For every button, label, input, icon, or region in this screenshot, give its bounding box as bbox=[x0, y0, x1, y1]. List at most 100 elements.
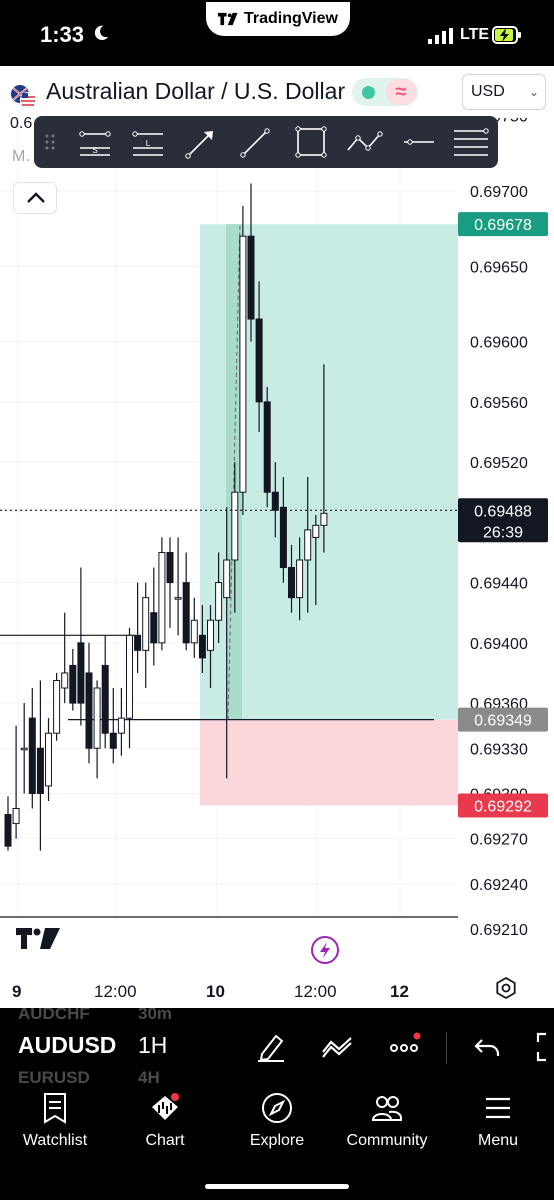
candle-bearish bbox=[28, 717, 36, 794]
audusd-flag-icon bbox=[11, 85, 37, 109]
ghost-symbol-above: AUDCHF bbox=[18, 1008, 90, 1023]
price-tick-label: 0.69210 bbox=[470, 922, 528, 939]
candle-bearish bbox=[198, 634, 206, 659]
time-label-10: 10 bbox=[206, 982, 225, 1001]
more-options-icon[interactable] bbox=[388, 1030, 422, 1064]
price-tick-label: 0.69700 bbox=[470, 184, 528, 201]
market-open-dot-icon bbox=[362, 86, 375, 99]
candle-bearish bbox=[101, 664, 109, 734]
watchlist-icon bbox=[44, 1093, 66, 1124]
time-label-12: 12 bbox=[390, 982, 409, 1001]
drawing-pen-icon[interactable] bbox=[254, 1030, 288, 1064]
candle-bearish bbox=[109, 732, 117, 749]
candle-bearish bbox=[150, 612, 158, 644]
candle-bullish bbox=[296, 559, 304, 599]
drawing-toolbar: S L bbox=[34, 116, 498, 168]
nav-label-menu: Menu bbox=[477, 1132, 519, 1149]
candle-bearish bbox=[4, 814, 12, 847]
nav-label-watchlist: Watchlist bbox=[22, 1132, 88, 1149]
replay-lightning-icon[interactable] bbox=[311, 936, 339, 964]
candle-bearish bbox=[77, 642, 85, 704]
candle-bearish bbox=[247, 235, 255, 320]
chevron-down-icon: ⌄ bbox=[528, 85, 539, 99]
currency-select[interactable]: USD ⌄ bbox=[462, 74, 546, 110]
fullscreen-icon[interactable] bbox=[532, 1030, 554, 1064]
candle-bullish bbox=[239, 235, 247, 493]
stop-loss-zone bbox=[200, 719, 458, 806]
tradingview-logo-icon bbox=[218, 12, 238, 26]
nav-explore[interactable]: Explore bbox=[222, 1088, 332, 1158]
compass-icon bbox=[262, 1093, 292, 1123]
status-time: 1:33 bbox=[40, 22, 85, 47]
currency-value: USD bbox=[471, 83, 505, 100]
time-label-9: 9 bbox=[12, 982, 22, 1001]
price-tick-label: 0.69560 bbox=[470, 395, 528, 412]
rectangle-tool-icon[interactable] bbox=[290, 122, 332, 162]
candle-bullish bbox=[61, 672, 69, 689]
indicators-icon[interactable] bbox=[320, 1030, 354, 1064]
short-position-tool-icon[interactable]: S bbox=[74, 122, 116, 162]
candle-bullish bbox=[207, 619, 214, 651]
price-tick-label: 0.69440 bbox=[470, 576, 528, 593]
moon-icon bbox=[94, 25, 109, 41]
indicator-label: M. bbox=[12, 148, 30, 165]
candle-bearish bbox=[263, 401, 271, 493]
price-badge-label-entry: 0.69349 bbox=[474, 713, 532, 730]
community-icon bbox=[371, 1096, 403, 1121]
price-chart[interactable]: 0.697500.697000.696500.696000.695600.695… bbox=[0, 118, 554, 1008]
candle-bullish bbox=[45, 732, 52, 787]
nav-community[interactable]: Community bbox=[332, 1088, 442, 1158]
symbol-header: Australian Dollar / U.S. Dollar ≈ USD ⌄ bbox=[0, 66, 554, 118]
candle-bearish bbox=[279, 506, 287, 569]
time-label-1200-a: 12:00 bbox=[94, 982, 137, 1001]
partial-price-text: 0.6 bbox=[10, 115, 33, 132]
candle-bullish bbox=[20, 747, 28, 751]
undo-icon[interactable] bbox=[470, 1030, 504, 1064]
svg-text:S: S bbox=[92, 146, 97, 155]
chart-pane[interactable]: 0.697500.697000.696500.696000.695600.695… bbox=[0, 118, 554, 1008]
candle-bullish bbox=[53, 679, 61, 734]
last-price-label: 0.69488 bbox=[474, 503, 532, 520]
candle-bearish bbox=[182, 582, 190, 644]
long-position-tool-icon[interactable]: L bbox=[127, 122, 169, 162]
parallel-channel-tool-icon[interactable] bbox=[450, 122, 492, 162]
symbol-button[interactable]: AUDUSD bbox=[18, 1032, 116, 1059]
candle-bullish bbox=[231, 491, 239, 561]
drag-grip-icon[interactable] bbox=[44, 133, 56, 151]
price-badge-label-take-profit: 0.69678 bbox=[474, 217, 532, 234]
arrow-tool-icon[interactable] bbox=[180, 122, 222, 162]
signal-icon bbox=[428, 28, 453, 44]
candle-bullish bbox=[142, 597, 150, 651]
candle-bearish bbox=[288, 567, 295, 599]
tradingview-watermark-icon bbox=[16, 928, 60, 949]
price-tick-label: 0.69270 bbox=[470, 832, 528, 849]
ghost-interval-below: 4H bbox=[138, 1068, 160, 1087]
market-status-pill[interactable]: ≈ bbox=[352, 78, 418, 106]
ghost-symbol-below: EURUSD bbox=[18, 1068, 90, 1087]
menu-icon bbox=[486, 1097, 510, 1119]
price-tick-label: 0.69330 bbox=[470, 741, 528, 758]
candle-bearish bbox=[134, 634, 142, 651]
chevron-up-icon bbox=[27, 192, 45, 203]
status-bar: 1:33 TradingView LTE bbox=[0, 0, 554, 66]
path-tool-icon[interactable] bbox=[344, 122, 386, 162]
horizontal-line-tool-icon[interactable] bbox=[398, 122, 440, 162]
candle-bullish bbox=[312, 524, 320, 538]
nav-chart[interactable]: Chart bbox=[110, 1088, 220, 1158]
trend-line-tool-icon[interactable] bbox=[234, 122, 276, 162]
candle-bullish bbox=[215, 582, 223, 621]
chart-settings-icon[interactable] bbox=[494, 976, 518, 1000]
nav-menu[interactable]: Menu bbox=[443, 1088, 553, 1158]
candle-bullish bbox=[223, 559, 231, 599]
tradingview-pill-label: TradingView bbox=[244, 10, 338, 27]
candle-bullish bbox=[12, 808, 20, 825]
symbol-title[interactable]: Australian Dollar / U.S. Dollar bbox=[46, 78, 345, 105]
chart-icon bbox=[152, 1093, 179, 1120]
svg-text:L: L bbox=[146, 139, 151, 148]
interval-button[interactable]: 1H bbox=[138, 1032, 167, 1059]
collapse-button[interactable] bbox=[13, 182, 57, 214]
tradingview-pill[interactable]: TradingView bbox=[206, 2, 350, 36]
nav-label-explore: Explore bbox=[249, 1132, 305, 1149]
nav-watchlist[interactable]: Watchlist bbox=[0, 1088, 110, 1158]
candle-bullish bbox=[320, 512, 328, 526]
